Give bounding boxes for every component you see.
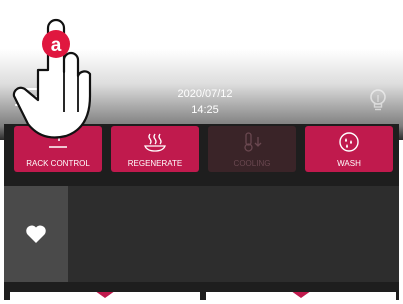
cooling-button[interactable]: COOLING xyxy=(208,126,296,172)
thermometer-down-icon xyxy=(244,132,262,152)
recipe-card[interactable] xyxy=(206,292,396,304)
steam-plate-icon xyxy=(144,133,166,152)
wash-label: WASH xyxy=(337,159,361,168)
header-time: 14:25 xyxy=(191,104,219,116)
wash-droplets-icon xyxy=(339,132,359,152)
regenerate-button[interactable]: REGENERATE xyxy=(111,126,199,172)
lightbulb-icon[interactable] xyxy=(368,88,388,114)
heart-icon xyxy=(26,225,46,243)
overlay-badge: a xyxy=(51,35,62,56)
favorites-button[interactable] xyxy=(4,186,68,282)
pointing-hand-icon: a xyxy=(12,18,92,139)
rack-control-label: RACK CONTROL xyxy=(26,159,90,168)
header-date: 2020/07/12 xyxy=(177,88,233,100)
recipe-card[interactable] xyxy=(10,292,200,304)
cooling-label: COOLING xyxy=(233,159,271,168)
wash-button[interactable]: WASH xyxy=(305,126,393,172)
regenerate-label: REGENERATE xyxy=(127,159,183,168)
